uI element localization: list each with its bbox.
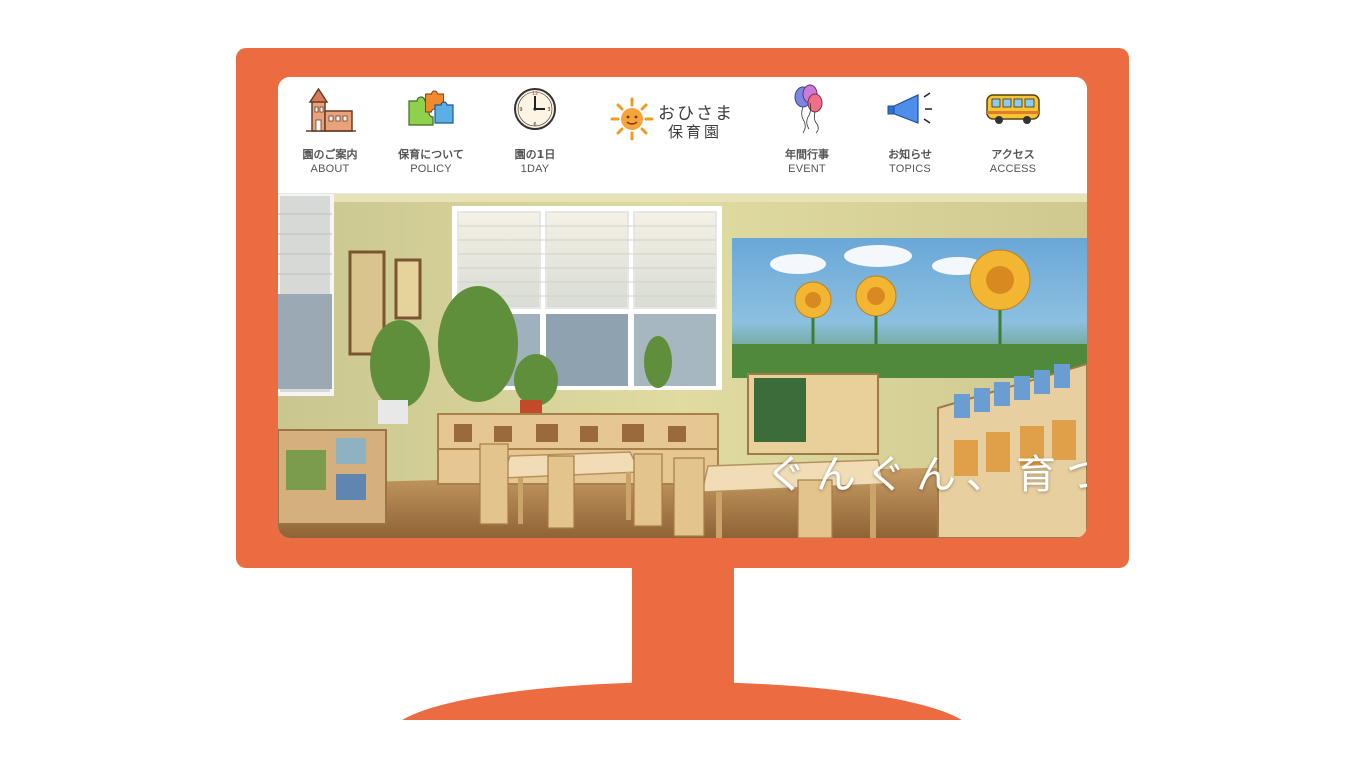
nav-label-en: ABOUT [310,163,350,175]
nav-label-jp: 園の1日 [514,148,556,161]
nav-label-en: 1DAY [520,163,550,175]
site-header: 園のご案内 ABOUT 保育について POLICY 12 3 6 9 園の1日 … [278,77,1087,194]
nav-item-access[interactable]: アクセス ACCESS [961,77,1065,193]
svg-text:9: 9 [519,107,522,113]
hero-caption: ぐんぐん、育つ [766,452,1087,498]
nav-label-en: POLICY [410,163,452,175]
monitor-stand-neck [632,566,734,684]
nav-label-jp: 保育について [398,148,464,161]
website-screen: 園のご案内 ABOUT 保育について POLICY 12 3 6 9 園の1日 … [278,77,1087,538]
school-building-icon [306,87,356,132]
bus-icon [986,94,1040,124]
sun-icon [610,97,654,141]
nav-item-topics[interactable]: お知らせ TOPICS [858,77,962,193]
nav-item-1day[interactable]: 12 3 6 9 園の1日 1DAY [483,77,587,193]
nav-label-jp: お知らせ [888,148,932,161]
svg-text:3: 3 [547,107,550,113]
nav-label-jp: 園のご案内 [302,148,358,161]
nav-item-policy[interactable]: 保育について POLICY [379,77,483,193]
nav-item-about[interactable]: 園のご案内 ABOUT [278,77,382,193]
nav-label-en: EVENT [788,163,826,175]
svg-text:6: 6 [533,122,536,128]
hero-image: ぐんぐん、育つ [278,194,1087,538]
monitor-stand-base [390,682,974,720]
clock-icon: 12 3 6 9 [514,88,556,130]
nav-label-jp: 年間行事 [785,148,829,161]
puzzle-icon [408,90,454,126]
balloons-icon [794,84,823,134]
logo-line-2: 保育園 [668,123,723,141]
nav-label-en: TOPICS [889,163,931,175]
nav-item-event[interactable]: 年間行事 EVENT [755,77,859,193]
site-logo[interactable]: おひさま 保育園 [610,95,740,145]
nav-label-jp: アクセス [991,148,1035,161]
megaphone-icon [887,92,932,124]
nav-label-en: ACCESS [989,163,1037,175]
